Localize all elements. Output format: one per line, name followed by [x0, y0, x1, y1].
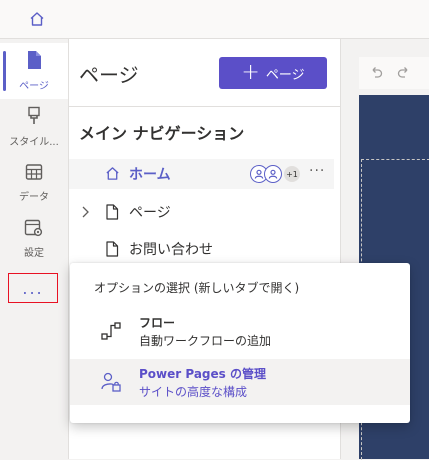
top-bar: [0, 0, 429, 39]
chevron-right-icon[interactable]: [80, 205, 90, 219]
nav-item-label: ページ: [129, 205, 171, 221]
table-icon: [25, 163, 43, 185]
rail-item-label: データ: [19, 192, 49, 203]
panel-title: ページ: [79, 63, 139, 87]
person-icon: [264, 165, 282, 183]
canvas-toolbar: [359, 57, 429, 89]
options-flyout: オプションの選択 (新しいタブで開く) フロー 自動ワークフローの追加 Powe…: [70, 263, 410, 423]
nav-item-label: お問い合わせ: [129, 242, 213, 258]
option-power-pages-admin[interactable]: Power Pages の管理 サイトの高度な構成: [70, 359, 410, 405]
nav-item-contact[interactable]: お問い合わせ: [69, 234, 334, 264]
row-more-button[interactable]: ···: [309, 163, 325, 179]
rail-item-label: 設定: [24, 248, 44, 259]
page-icon: [105, 241, 119, 257]
flyout-header: オプションの選択 (新しいタブで開く): [94, 281, 300, 295]
rail-item-label: スタイル...: [9, 137, 59, 148]
more-options-button[interactable]: ...: [8, 273, 58, 303]
page-icon: [105, 204, 119, 220]
home-icon: [105, 166, 120, 181]
rail-item-styling[interactable]: スタイル...: [0, 99, 68, 155]
option-subtitle: サイトの高度な構成: [139, 385, 248, 399]
section-title: メイン ナビゲーション: [79, 124, 245, 143]
rail-item-pages[interactable]: ページ: [0, 43, 68, 99]
rail-item-data[interactable]: データ: [0, 155, 68, 211]
settings-icon: [24, 219, 44, 241]
add-page-label: ページ: [265, 67, 305, 83]
option-title: フロー: [139, 316, 176, 330]
collaborator-avatars[interactable]: +1: [250, 165, 300, 183]
undo-icon[interactable]: [369, 64, 383, 83]
admin-icon: [100, 371, 122, 393]
nav-item-home[interactable]: ホーム +1 ···: [69, 159, 334, 189]
rail-item-label: ページ: [19, 81, 49, 92]
add-page-button[interactable]: + ページ: [219, 57, 327, 89]
option-subtitle: 自動ワークフローの追加: [139, 334, 272, 348]
paintbrush-icon: [26, 106, 42, 130]
option-flow[interactable]: フロー 自動ワークフローの追加: [70, 308, 410, 354]
home-icon[interactable]: [24, 6, 50, 32]
avatar-count: +1: [284, 166, 300, 182]
page-icon: [25, 50, 43, 74]
flow-icon: [100, 320, 122, 342]
option-title: Power Pages の管理: [139, 367, 266, 381]
left-rail: ページ スタイル... データ 設定 ...: [0, 39, 69, 459]
redo-icon[interactable]: [397, 64, 411, 83]
nav-item-page[interactable]: ページ: [69, 197, 334, 227]
divider: [69, 106, 340, 107]
plus-icon: +: [241, 60, 260, 85]
rail-item-settings[interactable]: 設定: [0, 211, 68, 267]
nav-item-label: ホーム: [129, 167, 171, 183]
